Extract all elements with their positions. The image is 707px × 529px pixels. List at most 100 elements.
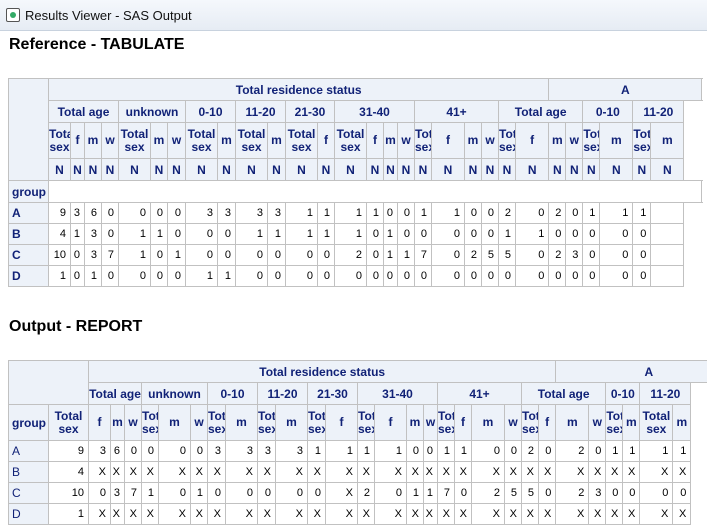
table-cell: 0 [537,482,557,504]
table-cell: 10 [48,244,71,266]
header-subcol: Total sex [118,122,151,159]
table-cell: X [454,461,472,483]
header-group: 41+ [414,100,499,123]
table-cell: 0 [118,265,151,287]
table-cell: 1 [317,223,335,245]
table-cell: 1 [383,244,398,266]
header-subcol: Total sex [639,404,674,441]
header-group: unknown [118,100,186,123]
table-cell: 0 [599,265,634,287]
header-subcol: Total sex [207,404,226,441]
header-group: Total age [48,100,119,123]
table-cell: 1 [334,202,367,224]
table-cell: 0 [565,265,584,287]
header-stat: N [599,158,634,181]
table-cell: X [471,461,505,483]
header-subcol: m [672,404,692,441]
header-subcol: m [110,404,125,441]
table-cell: 1 [437,440,455,462]
table-cell: X [141,503,159,525]
header-subcol: w [588,404,607,441]
table-cell: 0 [275,482,308,504]
table-cell: 1 [84,265,102,287]
row-label: A [8,202,49,224]
table-cell: X [437,503,455,525]
header-group: Total age [520,382,607,405]
table-cell: 5 [504,482,522,504]
header-group: 41+ [437,382,522,405]
table-row: B4130110001111101000001100000 [8,223,702,245]
table-cell: 0 [383,202,398,224]
header-total-residence-status: Total residence status [47,78,550,101]
table-cell [650,244,685,266]
table-cell: X [406,503,424,525]
header-subcol: w [481,122,499,159]
table-cell: 0 [101,202,119,224]
header-subcol: Total sex [235,122,268,159]
table-cell: 0 [471,440,505,462]
table-cell: 0 [588,440,607,462]
table-cell: 0 [217,223,236,245]
table-cell: 3 [207,440,226,462]
header-subcol: Total sex [605,404,624,441]
table-cell: X [110,503,125,525]
header-subcol: Total sex [498,122,516,159]
table-cell: X [357,461,375,483]
table-cell: 0 [267,244,286,266]
table-cell: 0 [185,244,218,266]
header-residence-a: A [555,360,707,383]
table-cell: 0 [622,482,641,504]
table-cell: 0 [366,265,384,287]
table-cell: 0 [257,482,276,504]
header-stat: N [84,158,102,181]
table-cell: 0 [632,244,652,266]
table-cell: 1 [118,244,151,266]
table-cell: 3 [565,244,584,266]
table-cell: 1 [639,440,674,462]
table-cell: 6 [84,202,102,224]
table-cell: X [141,461,159,483]
table-cell: X [225,503,258,525]
table-cell: X [639,461,674,483]
table-cell: 1 [414,202,432,224]
table-cell: X [225,461,258,483]
table-cell: 0 [431,223,465,245]
table-cell: X [622,461,641,483]
table-cell: 0 [150,265,168,287]
table-cell: 0 [481,223,499,245]
table-cell: 5 [481,244,499,266]
table-cell: 1 [285,202,318,224]
table-cell: 0 [639,482,674,504]
table-cell: 0 [454,482,472,504]
table-cell: 1 [498,223,516,245]
table-cell: 0 [70,265,85,287]
header-subcol: Total sex [285,122,318,159]
table-cell: 1 [599,202,634,224]
table-cell: 0 [548,223,567,245]
blank-row [47,180,703,203]
table-cell: X [639,503,674,525]
header-stat: N [383,158,398,181]
report-table: Total residence status A Total age unknown 0… [8,360,707,525]
header-subcol: m [471,404,505,441]
table-cell: 4 [48,223,71,245]
section-title-report: Output - REPORT [9,318,143,335]
table-cell: 0 [150,244,168,266]
table-cell: X [588,461,607,483]
table-cell: 3 [84,223,102,245]
table-cell: 0 [406,440,424,462]
table-cell: 0 [217,244,236,266]
table-cell: 3 [217,202,236,224]
table-cell: X [471,503,505,525]
header-group: Total age [497,100,584,123]
header-subcol: w [565,122,584,159]
header-subcol: Total sex [632,122,652,159]
table-cell: 0 [414,265,432,287]
table-cell: 0 [317,265,335,287]
header-stat: N [185,158,218,181]
table-cell: 0 [548,265,567,287]
table-cell: 0 [158,482,191,504]
table-cell: 0 [504,440,522,462]
table-cell: 1 [334,223,367,245]
table-cell: 7 [101,244,119,266]
